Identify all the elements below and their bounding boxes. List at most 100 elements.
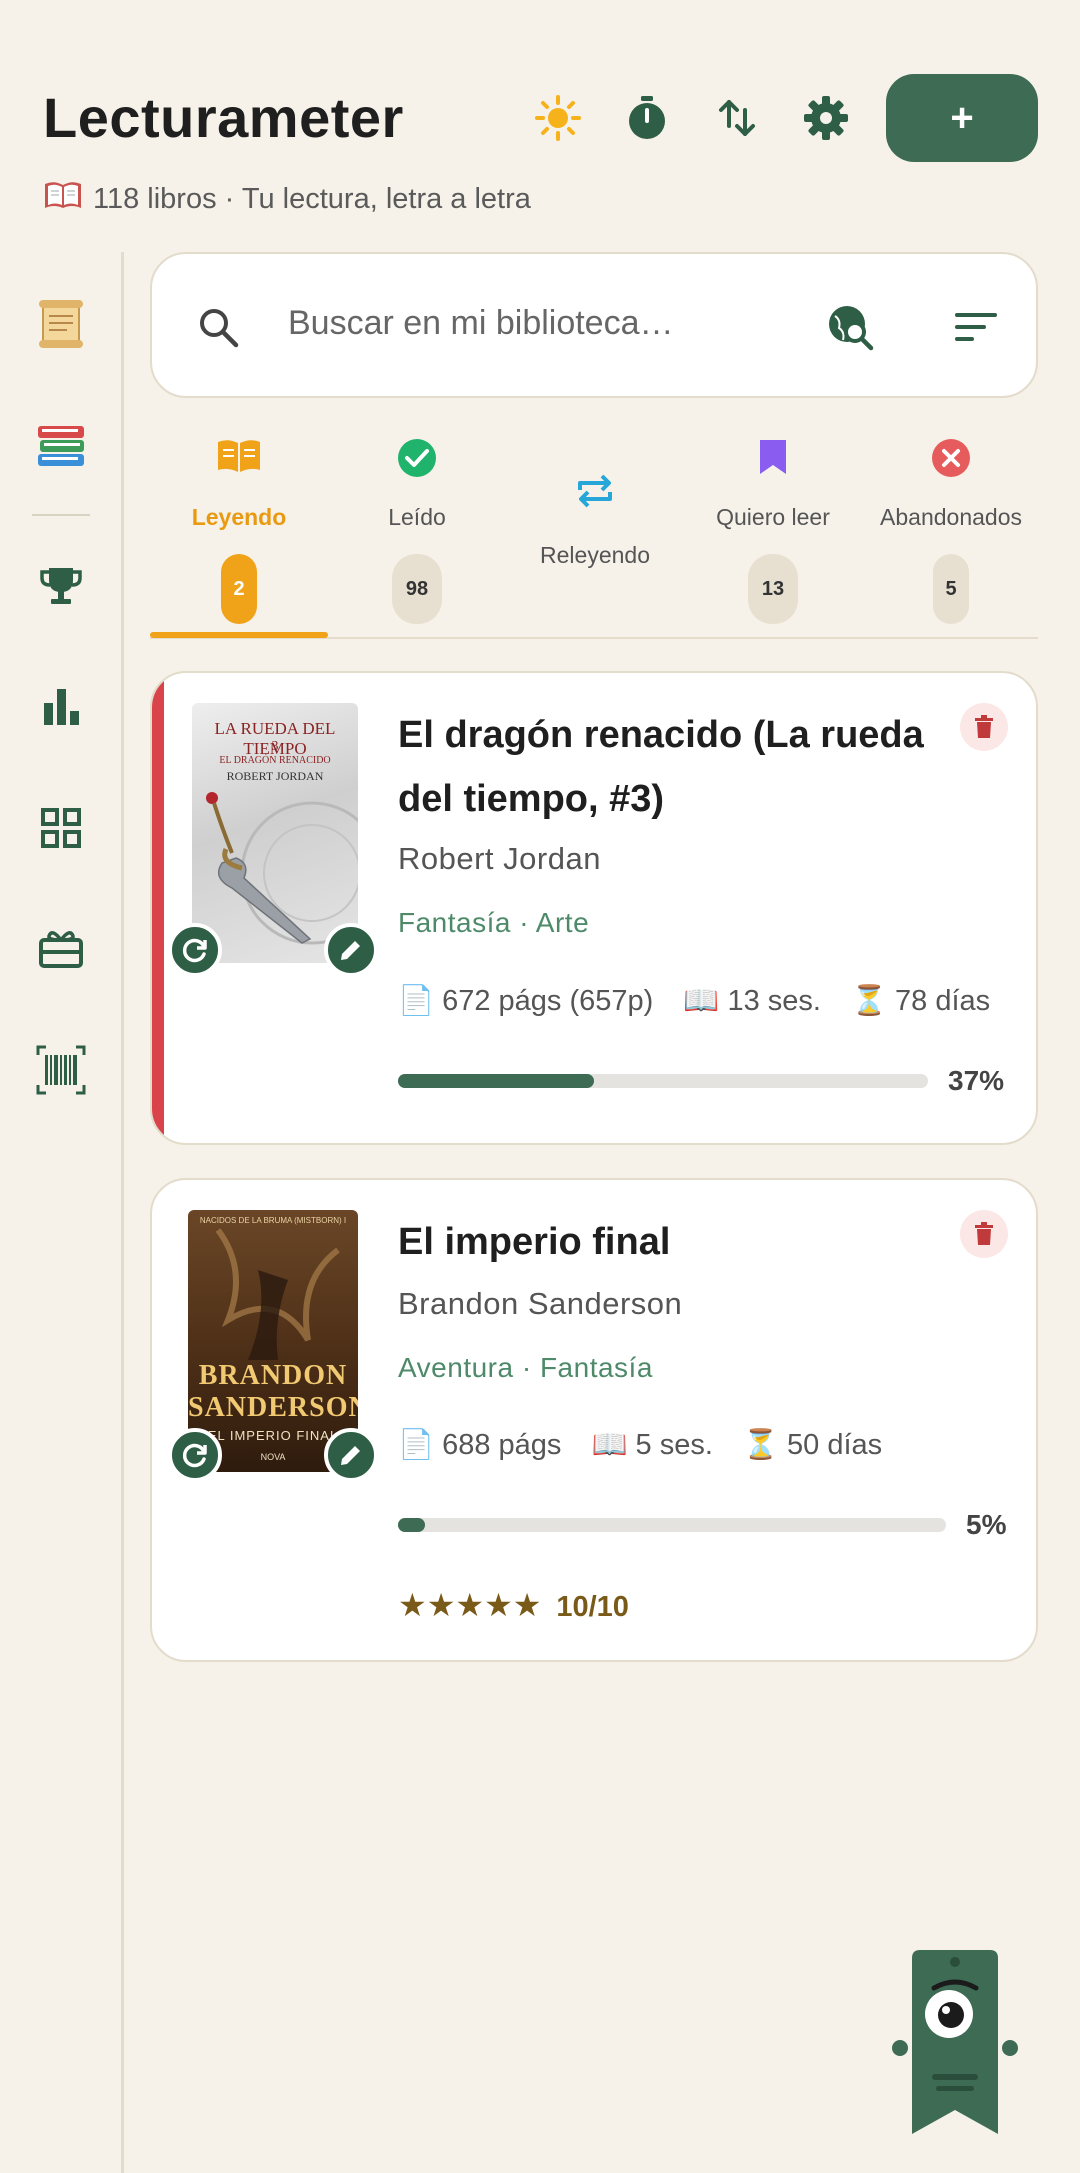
delete-button[interactable] — [960, 703, 1008, 751]
app-title: Lecturameter — [43, 86, 404, 149]
days-count: 50 días — [787, 1429, 883, 1461]
rating-value: 10/10 — [556, 1591, 629, 1623]
progress-percent: 5% — [966, 1509, 1007, 1540]
rating-stars: ★★★★★ — [398, 1587, 542, 1623]
sessions-count: 13 ses. — [727, 985, 821, 1017]
trophy-icon[interactable] — [30, 555, 92, 617]
gift-card-icon[interactable] — [30, 918, 92, 980]
web-search-icon[interactable] — [820, 297, 880, 357]
cover-author-last: SANDERSON — [188, 1392, 358, 1423]
tab-releyendo[interactable]: Releyendo — [506, 420, 684, 638]
add-book-button[interactable]: + — [886, 74, 1038, 162]
trash-icon — [975, 1222, 993, 1245]
book-cover[interactable]: NACIDOS DE LA BRUMA (MISTBORN) I BRANDON… — [188, 1210, 358, 1472]
status-tabs: Leyendo 2 Leído 98 Releyendo Quiero leer… — [150, 420, 1038, 640]
days-count: 78 días — [895, 985, 991, 1017]
progress-bar — [398, 1074, 928, 1088]
book-stats: 📄 672 págs (657p) 📖 13 ses. ⏳ 78 días — [398, 984, 1008, 1018]
tab-label: Leído — [388, 504, 446, 530]
tab-count-badge: 13 — [748, 554, 798, 624]
book-genres: Fantasía · Arte — [398, 907, 590, 938]
page-icon: 📄 — [398, 1429, 435, 1461]
add-button-label: + — [950, 95, 974, 140]
open-book-icon — [150, 438, 328, 482]
cover-series: NACIDOS DE LA BRUMA (MISTBORN) I — [199, 1216, 347, 1225]
timer-icon[interactable] — [617, 88, 677, 148]
book-title[interactable]: El imperio final — [398, 1210, 978, 1274]
books-stack-icon[interactable] — [30, 414, 92, 476]
repeat-icon — [506, 472, 684, 516]
reread-button[interactable] — [168, 1428, 222, 1482]
bookmark-icon — [684, 438, 862, 482]
book-genres: Aventura · Fantasía — [398, 1352, 653, 1383]
tab-count-badge: 98 — [392, 554, 442, 624]
sun-icon[interactable] — [528, 88, 588, 148]
bar-chart-icon[interactable] — [30, 676, 92, 738]
tab-quiero-leer[interactable]: Quiero leer 13 — [684, 420, 862, 638]
subtitle-text: 118 libros · Tu lectura, letra a letra — [93, 182, 531, 215]
hourglass-icon: ⏳ — [850, 985, 888, 1017]
tab-count-badge: 2 — [221, 554, 257, 624]
book-author: Robert Jordan — [398, 841, 601, 876]
progress-fill — [398, 1518, 426, 1532]
search-bar[interactable]: Buscar en mi biblioteca… — [150, 252, 1038, 398]
book-title[interactable]: El dragón renacido (La rueda del tiempo,… — [398, 703, 978, 831]
filter-lines-icon[interactable] — [946, 297, 1006, 357]
reread-button[interactable] — [168, 923, 222, 977]
tab-leyendo[interactable]: Leyendo 2 — [150, 420, 328, 638]
book-cover[interactable]: LA RUEDA DEL TIEMPO 3 EL DRAGÓN RENACIDO… — [192, 703, 358, 963]
check-circle-icon — [328, 438, 506, 482]
tab-label: Abandonados — [880, 504, 1022, 530]
book-author: Brandon Sanderson — [398, 1286, 683, 1321]
tab-label: Quiero leer — [716, 504, 830, 530]
trash-icon — [975, 715, 993, 738]
sort-arrows-icon[interactable] — [707, 88, 767, 148]
sidebar — [0, 252, 122, 2173]
refresh-icon — [182, 938, 207, 963]
app-header: Lecturameter + 118 libros · Tu lectura, … — [0, 0, 1080, 250]
page-icon: 📄 — [398, 985, 435, 1017]
tab-abandonados[interactable]: Abandonados 5 — [862, 420, 1040, 638]
pages-count: 688 págs — [442, 1429, 562, 1461]
cover-subtitle: EL DRAGÓN RENACIDO — [219, 755, 331, 766]
open-book-emoji-icon — [43, 180, 83, 218]
library-summary: 118 libros · Tu lectura, letra a letra — [43, 180, 531, 218]
edit-button[interactable] — [324, 1428, 378, 1482]
tab-label: Leyendo — [191, 504, 287, 530]
card-accent-bar — [152, 673, 164, 1143]
sidebar-separator — [32, 514, 90, 516]
pencil-icon — [341, 941, 360, 960]
sidebar-divider — [121, 252, 124, 2173]
cover-author: ROBERT JORDAN — [226, 769, 324, 783]
bookmark-mascot-icon[interactable] — [892, 1948, 1018, 2136]
sessions-count: 5 ses. — [635, 1429, 713, 1461]
rating: ★★★★★ 10/10 — [398, 1586, 629, 1624]
progress-bar — [398, 1518, 946, 1532]
scroll-icon[interactable] — [30, 292, 92, 354]
delete-button[interactable] — [960, 1210, 1008, 1258]
cover-number: 3 — [271, 739, 279, 754]
tab-label: Releyendo — [540, 542, 650, 568]
hourglass-icon: ⏳ — [742, 1429, 780, 1461]
edit-button[interactable] — [324, 923, 378, 977]
pages-count: 672 págs (657p) — [442, 985, 654, 1017]
book-stats: 📄 688 págs 📖 5 ses. ⏳ 50 días — [398, 1428, 882, 1462]
active-tab-indicator — [150, 632, 328, 638]
open-book-icon: 📖 — [591, 1429, 628, 1461]
book-card[interactable]: NACIDOS DE LA BRUMA (MISTBORN) I BRANDON… — [150, 1178, 1038, 1662]
book-card[interactable]: LA RUEDA DEL TIEMPO 3 EL DRAGÓN RENACIDO… — [150, 671, 1038, 1145]
tab-count-badge: 5 — [933, 554, 969, 624]
tab-leido[interactable]: Leído 98 — [328, 420, 506, 638]
progress-percent: 37% — [948, 1065, 1005, 1096]
x-circle-icon — [862, 438, 1040, 482]
cover-author-first: BRANDON — [198, 1360, 348, 1391]
gear-icon[interactable] — [796, 88, 856, 148]
grid-icon[interactable] — [30, 797, 92, 859]
search-icon — [188, 297, 248, 357]
barcode-icon[interactable] — [30, 1039, 92, 1101]
search-input[interactable]: Buscar en mi biblioteca… — [288, 304, 674, 343]
progress-fill — [398, 1074, 595, 1088]
refresh-icon — [182, 1443, 207, 1468]
pencil-icon — [341, 1446, 360, 1465]
open-book-icon: 📖 — [683, 985, 720, 1017]
